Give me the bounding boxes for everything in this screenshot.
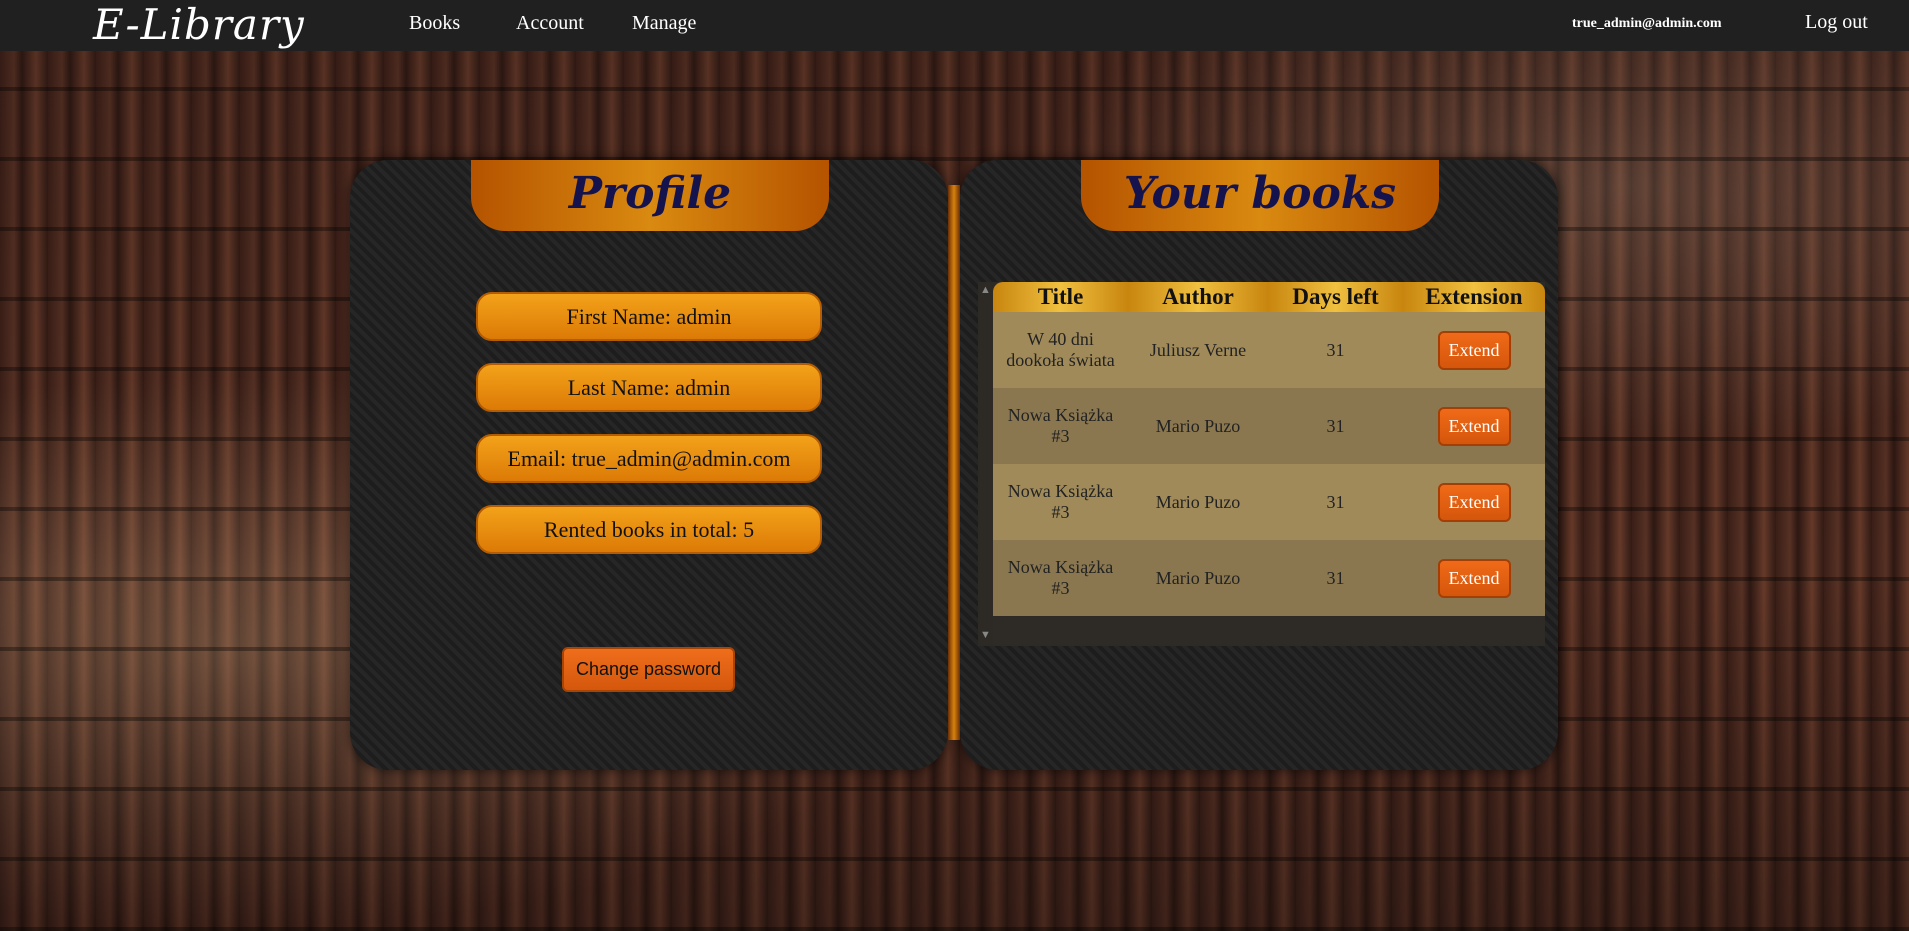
email-field: Email: true_admin@admin.com — [476, 434, 822, 483]
book-title: Nowa Książka #3 — [993, 540, 1128, 616]
book-title: Nowa Książka #3 — [993, 388, 1128, 464]
book-days-left: 31 — [1268, 312, 1403, 388]
books-table: Title Author Days left Extension W 40 dn… — [993, 282, 1545, 616]
book-title: W 40 dni dookoła świata — [993, 312, 1128, 388]
rented-total-field: Rented books in total: 5 — [476, 505, 822, 554]
your-books-title: Your books — [1081, 160, 1439, 231]
current-user-email: true_admin@admin.com — [1572, 16, 1722, 31]
extend-button[interactable]: Extend — [1437, 406, 1511, 446]
extend-button[interactable]: Extend — [1437, 482, 1511, 522]
change-password-button[interactable]: Change password — [562, 647, 735, 692]
profile-title: Profile — [471, 160, 829, 231]
table-header-row: Title Author Days left Extension — [993, 282, 1545, 312]
scroll-up-icon[interactable]: ▲ — [980, 284, 991, 296]
extend-button[interactable]: Extend — [1437, 558, 1511, 598]
panel-divider — [948, 185, 960, 740]
book-title: Nowa Książka #3 — [993, 464, 1128, 540]
nav-manage[interactable]: Manage — [632, 12, 696, 35]
extension-cell: Extend — [1403, 388, 1545, 464]
book-days-left: 31 — [1268, 388, 1403, 464]
site-logo[interactable]: E-Library — [93, 0, 305, 49]
table-row: Nowa Książka #3 Mario Puzo 31 Extend — [993, 464, 1545, 540]
first-name-field: First Name: admin — [476, 292, 822, 341]
scroll-down-icon[interactable]: ▼ — [980, 629, 991, 641]
top-navigation-bar: E-Library Books Account Manage true_admi… — [0, 0, 1909, 51]
extend-button[interactable]: Extend — [1437, 330, 1511, 370]
table-row: Nowa Książka #3 Mario Puzo 31 Extend — [993, 540, 1545, 616]
last-name-field: Last Name: admin — [476, 363, 822, 412]
table-row: Nowa Książka #3 Mario Puzo 31 Extend — [993, 388, 1545, 464]
book-days-left: 31 — [1268, 540, 1403, 616]
nav-books[interactable]: Books — [409, 12, 460, 35]
column-days-left: Days left — [1268, 282, 1403, 312]
extension-cell: Extend — [1403, 464, 1545, 540]
table-row: W 40 dni dookoła świata Juliusz Verne 31… — [993, 312, 1545, 388]
logout-link[interactable]: Log out — [1805, 11, 1868, 34]
extension-cell: Extend — [1403, 540, 1545, 616]
nav-account[interactable]: Account — [516, 12, 584, 35]
column-extension: Extension — [1403, 282, 1545, 312]
extension-cell: Extend — [1403, 312, 1545, 388]
column-author: Author — [1128, 282, 1268, 312]
book-author: Mario Puzo — [1128, 540, 1268, 616]
book-days-left: 31 — [1268, 464, 1403, 540]
column-title: Title — [993, 282, 1128, 312]
table-footer — [993, 617, 1545, 646]
book-author: Juliusz Verne — [1128, 312, 1268, 388]
book-author: Mario Puzo — [1128, 464, 1268, 540]
book-author: Mario Puzo — [1128, 388, 1268, 464]
